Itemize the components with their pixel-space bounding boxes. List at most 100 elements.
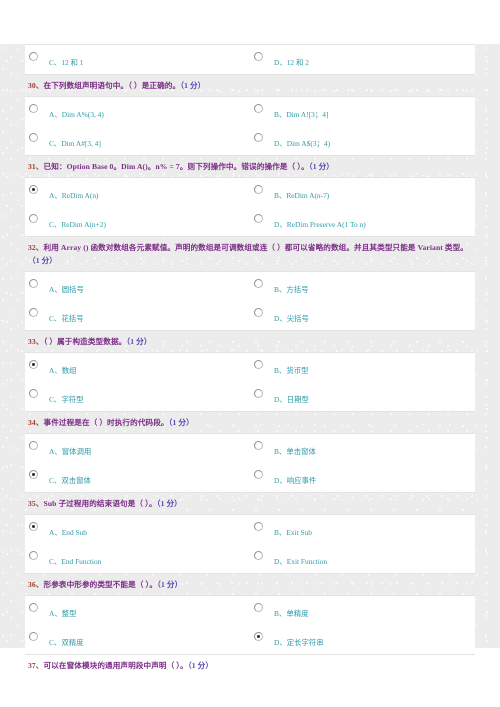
radio-icon[interactable] <box>254 279 263 288</box>
question-text: Sub 子过程用的结束语句是（ ）。 <box>43 499 157 508</box>
radio-icon[interactable] <box>254 308 263 317</box>
question-text: 已知：Option Base 0。Dim A()。n% = 7。则下列操作中。错… <box>43 162 309 171</box>
option-label: B、方括号 <box>274 285 309 294</box>
option-row: A、ReDim A(n) B、ReDim A(n-7) <box>25 178 475 207</box>
option-cell[interactable]: C、花括号 <box>25 301 250 330</box>
option-row: C、End Function D、Exit Function <box>25 544 475 573</box>
option-cell[interactable]: B、货币型 <box>250 353 475 382</box>
radio-icon[interactable] <box>29 551 38 560</box>
option-cell[interactable]: D、响应事件 <box>250 463 475 492</box>
option-cell[interactable]: B、Exit Sub <box>250 515 475 544</box>
option-cell[interactable]: B、单击窗体 <box>250 434 475 463</box>
option-cell[interactable]: B、Dim A![3；4] <box>250 97 475 126</box>
option-cell[interactable]: A、Dim A%(3, 4) <box>25 97 250 126</box>
question-score: （1 分） <box>156 499 182 508</box>
question-number: 37、 <box>28 661 44 670</box>
option-cell[interactable]: C、字符型 <box>25 382 250 411</box>
option-cell[interactable]: C、ReDim A(n+2) <box>25 207 250 236</box>
radio-icon[interactable] <box>254 185 263 194</box>
question-text: 在下列数组声明语句中。（ ）是正确的。 <box>43 81 181 90</box>
radio-icon[interactable] <box>254 52 263 61</box>
option-label: B、Dim A![3；4] <box>274 110 329 119</box>
radio-icon[interactable] <box>29 133 38 142</box>
radio-icon[interactable] <box>29 522 38 531</box>
option-label: D、尖括号 <box>274 314 309 323</box>
radio-icon[interactable] <box>254 441 263 450</box>
radio-icon[interactable] <box>29 52 38 61</box>
option-cell[interactable]: D、日期型 <box>250 382 475 411</box>
radio-icon[interactable] <box>254 104 263 113</box>
option-cell[interactable]: C、12 和 1 <box>25 45 250 74</box>
question-number: 31、 <box>28 162 44 171</box>
option-cell[interactable]: A、窗体调用 <box>25 434 250 463</box>
radio-icon[interactable] <box>254 603 263 612</box>
option-label: C、Dim A#[3, 4] <box>49 139 101 148</box>
option-cell[interactable]: C、双精度 <box>25 625 250 654</box>
radio-icon[interactable] <box>29 603 38 612</box>
question-number: 32、 <box>28 243 44 252</box>
question-score: （1 分） <box>180 81 206 90</box>
radio-icon[interactable] <box>29 185 38 194</box>
radio-icon[interactable] <box>29 441 38 450</box>
question-header-37: 37、可以在窗体模块的通用声明段中声明（ ）。（1 分） <box>25 655 475 676</box>
option-cell[interactable]: A、End Sub <box>25 515 250 544</box>
radio-icon[interactable] <box>29 308 38 317</box>
radio-icon[interactable] <box>254 214 263 223</box>
question-header-32: 32、利用 Array () 函数对数组各元素赋值。声明的数组是可调数组或连（ … <box>25 237 475 271</box>
question-number: 33、 <box>28 337 44 346</box>
radio-icon[interactable] <box>254 470 263 479</box>
option-cell[interactable]: B、ReDim A(n-7) <box>250 178 475 207</box>
question-header-34: 34、事件过程是在（ ）时执行的代码段。（1 分） <box>25 412 475 433</box>
question-header-35: 35、Sub 子过程用的结束语句是（ ）。（1 分） <box>25 493 475 514</box>
option-cell[interactable]: D、12 和 2 <box>250 45 475 74</box>
radio-icon[interactable] <box>29 389 38 398</box>
question-text: 形参表中形参的类型不能是（ ）。 <box>43 580 158 589</box>
option-label: D、响应事件 <box>274 476 317 485</box>
radio-icon[interactable] <box>29 104 38 113</box>
option-label: B、单精度 <box>274 609 309 618</box>
option-label: C、双击窗体 <box>49 476 91 485</box>
radio-icon[interactable] <box>254 551 263 560</box>
option-row: C、Dim A#[3, 4] D、Dim A$(3；4) <box>25 126 475 155</box>
options-panel-30: A、Dim A%(3, 4) B、Dim A![3；4] C、Dim A#[3,… <box>25 96 475 156</box>
option-label: D、Dim A$(3；4) <box>274 139 331 148</box>
option-label: B、ReDim A(n-7) <box>274 191 330 200</box>
option-cell[interactable]: D、ReDim Preserve A(1 To n) <box>250 207 475 236</box>
question-number: 35、 <box>28 499 44 508</box>
option-cell[interactable]: B、单精度 <box>250 596 475 625</box>
option-cell[interactable]: D、Exit Function <box>250 544 475 573</box>
radio-icon[interactable] <box>29 214 38 223</box>
question-header-30: 30、在下列数组声明语句中。（ ）是正确的。（1 分） <box>25 75 475 96</box>
radio-icon[interactable] <box>254 360 263 369</box>
options-panel-partial-top: C、12 和 1 D、12 和 2 <box>25 44 475 75</box>
option-cell[interactable]: B、方括号 <box>250 272 475 301</box>
question-score: （1 分） <box>157 580 183 589</box>
option-cell[interactable]: C、Dim A#[3, 4] <box>25 126 250 155</box>
radio-icon[interactable] <box>254 389 263 398</box>
option-row: A、整型 B、单精度 <box>25 596 475 625</box>
option-label: C、End Function <box>49 557 102 566</box>
option-cell[interactable]: A、整型 <box>25 596 250 625</box>
radio-icon[interactable] <box>254 133 263 142</box>
radio-icon[interactable] <box>29 632 38 641</box>
option-cell[interactable]: D、定长字符串 <box>250 625 475 654</box>
option-cell[interactable]: A、数组 <box>25 353 250 382</box>
option-row: A、End Sub B、Exit Sub <box>25 515 475 544</box>
radio-icon[interactable] <box>29 470 38 479</box>
option-label: D、ReDim Preserve A(1 To n) <box>274 220 366 229</box>
question-header-36: 36、形参表中形参的类型不能是（ ）。（1 分） <box>25 574 475 595</box>
question-number: 34、 <box>28 418 44 427</box>
option-cell[interactable]: C、双击窗体 <box>25 463 250 492</box>
option-cell[interactable]: D、Dim A$(3；4) <box>250 126 475 155</box>
option-row: A、圆括号 B、方括号 <box>25 272 475 301</box>
option-label: D、Exit Function <box>274 557 328 566</box>
option-cell[interactable]: A、ReDim A(n) <box>25 178 250 207</box>
option-cell[interactable]: D、尖括号 <box>250 301 475 330</box>
radio-icon[interactable] <box>254 632 263 641</box>
radio-icon[interactable] <box>29 279 38 288</box>
option-label: A、整型 <box>49 609 77 618</box>
radio-icon[interactable] <box>29 360 38 369</box>
option-cell[interactable]: A、圆括号 <box>25 272 250 301</box>
option-cell[interactable]: C、End Function <box>25 544 250 573</box>
radio-icon[interactable] <box>254 522 263 531</box>
